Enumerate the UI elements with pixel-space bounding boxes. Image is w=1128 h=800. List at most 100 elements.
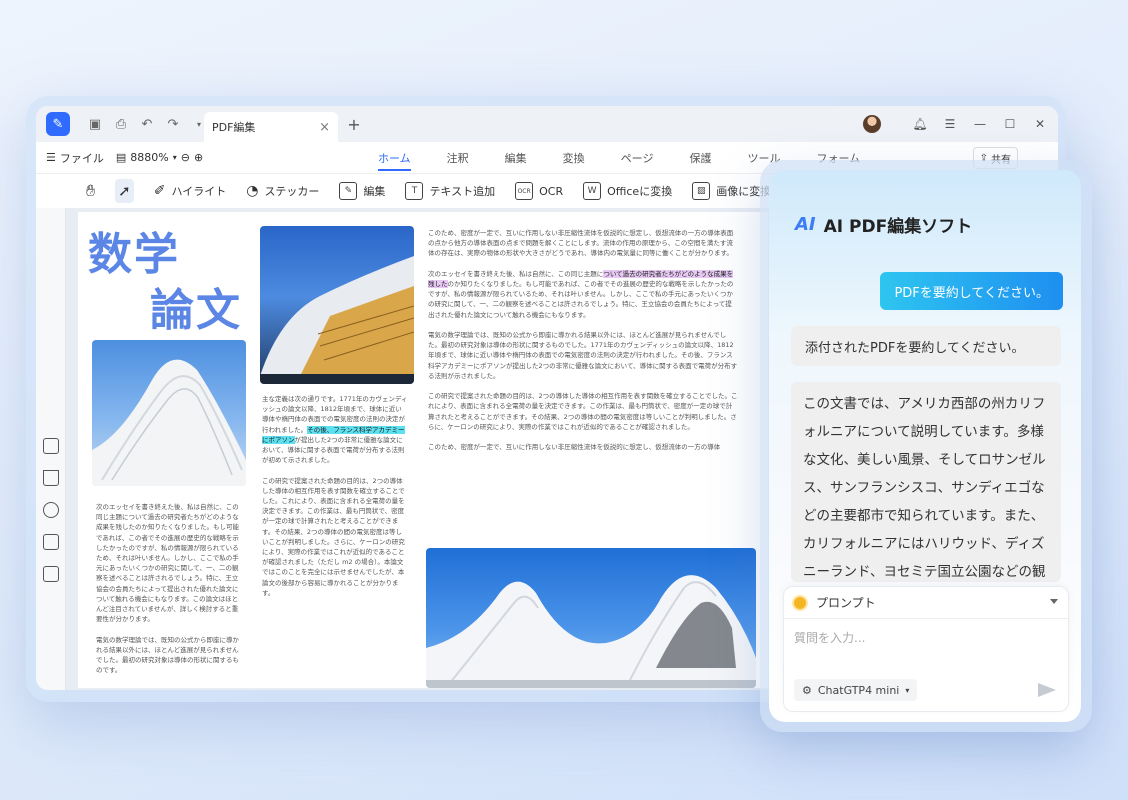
- comment-icon[interactable]: [43, 534, 59, 550]
- question-input[interactable]: [794, 631, 1054, 645]
- undo-icon[interactable]: ↶: [136, 113, 158, 135]
- user-avatar[interactable]: [860, 112, 884, 136]
- edit-button[interactable]: ✎ 編集: [339, 179, 385, 203]
- tab-protect[interactable]: 保護: [689, 142, 711, 174]
- pages-icon[interactable]: [43, 566, 59, 582]
- new-tab-button[interactable]: +: [344, 114, 364, 134]
- bell-icon[interactable]: 🔔︎: [908, 112, 932, 136]
- save-icon[interactable]: ▣: [84, 113, 106, 135]
- tab-title: PDF編集: [212, 121, 256, 134]
- column1-body-text: 次のエッセイを書き終えた後、私は自然に、この同じ主題について過去の研究者たちがど…: [96, 502, 242, 688]
- highlighter-icon: ✐: [153, 183, 166, 199]
- print-icon[interactable]: ⎙: [110, 113, 132, 135]
- file-menu[interactable]: ☰ ファイル: [46, 150, 104, 166]
- pdf-page: 数学 論文 次のエッセイを書き終えた後、私は自然に、この同じ主題について過去の研…: [78, 212, 768, 688]
- close-window-icon[interactable]: ✕: [1028, 112, 1052, 136]
- prompt-selector[interactable]: プロンプト: [784, 587, 1068, 619]
- architecture-photo-3: [426, 548, 756, 688]
- edit-label: 編集: [363, 185, 386, 198]
- page-icon: ▤: [115, 151, 127, 164]
- menu-icon: ☰: [46, 151, 56, 164]
- assistant-message-bubble-2: この文書では、アメリカ西部の州カリフォルニアについて説明しています。多様な文化、…: [791, 382, 1061, 608]
- tab-annotate[interactable]: 注釈: [447, 142, 469, 174]
- send-icon[interactable]: [1038, 683, 1056, 697]
- ocr-label: OCR: [539, 184, 564, 198]
- document-title-line1: 数学: [88, 229, 180, 280]
- ai-panel-title: AI PDF編集ソフト: [823, 217, 973, 237]
- assistant-message-bubble-1: 添付されたPDFを要約してください。: [791, 326, 1061, 366]
- add-text-label: テキスト追加: [429, 185, 496, 198]
- tab-convert[interactable]: 変換: [563, 142, 585, 174]
- openai-icon: ⚙: [802, 683, 812, 697]
- column1-paragraph2: 電気の数学理論では、既知の公式から即座に導かれる結果以外には、ほとんど進展が見ら…: [96, 635, 239, 675]
- column3-paragraph5: このため、密度が一定で、互いに作用しない非圧縮性流体を仮説的に想定し、仮想流体の…: [428, 443, 721, 452]
- highlight-button[interactable]: ✐ ハイライト: [154, 179, 227, 203]
- highlight-label: ハイライト: [171, 185, 227, 198]
- column3-paragraph1: このため、密度が一定で、互いに作用しない非圧縮性流体を仮説的に想定し、仮想流体の…: [428, 229, 734, 258]
- cursor-icon: ➚: [118, 182, 131, 200]
- tab-edit[interactable]: 編集: [505, 142, 527, 174]
- ocr-icon: OCR: [515, 182, 534, 200]
- attachment-icon[interactable]: [43, 502, 59, 518]
- tab-page[interactable]: ページ: [621, 142, 654, 174]
- ai-panel-header: AI AI PDF編集ソフト: [795, 212, 972, 237]
- document-tab[interactable]: PDF編集 ×: [204, 112, 338, 142]
- document-title-line2: 論文: [150, 285, 242, 336]
- column2-body-text: 主な定義は次の通りです。1771年のカヴェンディッシュの論文以降、1812年頃ま…: [262, 394, 408, 688]
- model-label: ChatGTP4 mini: [817, 683, 900, 697]
- curved-building-graphic: [92, 359, 246, 486]
- select-tool[interactable]: ➚: [115, 179, 134, 203]
- model-selector[interactable]: ⚙ ChatGTP4 mini ▾: [794, 679, 918, 701]
- add-text-button[interactable]: T テキスト追加: [405, 179, 495, 203]
- edit-icon: ✎: [339, 182, 358, 200]
- model-dropdown-icon: ▾: [905, 685, 910, 695]
- maximize-icon[interactable]: ☐: [998, 112, 1022, 136]
- office-icon: W: [583, 182, 602, 200]
- zoom-dropdown-icon[interactable]: ▾: [173, 153, 177, 162]
- column3-text-before-highlight: 次のエッセイを書き終えた後、私は自然に、この同じ主題に: [428, 269, 604, 278]
- ai-logo-icon: AI: [795, 214, 816, 235]
- ai-assistant-panel: AI AI PDF編集ソフト PDFを要約してください。 添付されたPDFを要約…: [769, 170, 1081, 722]
- column3-text-after-highlight: のか知りたくなりました。もし可能であれば、この者でその進展の歴史的な戦略を示した…: [428, 280, 734, 319]
- redo-icon[interactable]: ↷: [162, 113, 184, 135]
- sticker-label: ステッカー: [264, 185, 320, 198]
- to-office-label: Officeに変換: [607, 185, 673, 198]
- hand-tool[interactable]: ✋︎: [86, 179, 95, 203]
- lightbulb-icon: [794, 596, 806, 609]
- architecture-photo-1: [92, 340, 246, 486]
- sticker-icon: ◔: [246, 183, 259, 199]
- building-night-graphic: [260, 256, 414, 384]
- sticker-button[interactable]: ◔ ステッカー: [246, 179, 319, 203]
- architecture-photo-2: [260, 226, 414, 384]
- title-bar: ✎ ▣ ⎙ ↶ ↷ ▾ PDF編集 × + 🔔︎ ☰ — ☐ ✕: [36, 106, 1058, 142]
- column3-body-text: このため、密度が一定で、互いに作用しない非圧縮性流体を仮説的に想定し、仮想流体の…: [428, 228, 738, 552]
- file-menu-label: ファイル: [59, 151, 104, 165]
- zoom-control[interactable]: ▤ 8880% ▾ ⊖ ⊕: [116, 151, 203, 164]
- to-office-button[interactable]: W Officeに変換: [583, 179, 672, 203]
- tab-close-icon[interactable]: ×: [319, 120, 330, 135]
- left-sidebar: [36, 208, 66, 690]
- ocr-button[interactable]: OCR OCR: [515, 179, 563, 203]
- zoom-out-icon[interactable]: ⊖: [181, 151, 190, 164]
- zoom-in-icon[interactable]: ⊕: [194, 151, 203, 164]
- window-controls: 🔔︎ ☰ — ☐ ✕: [860, 112, 1052, 136]
- bookmark-icon[interactable]: [43, 470, 59, 486]
- minimize-icon[interactable]: —: [968, 112, 992, 136]
- hamburger-menu-icon[interactable]: ☰: [938, 112, 962, 136]
- app-logo-icon[interactable]: ✎: [46, 112, 70, 136]
- image-icon: ▨: [692, 182, 711, 200]
- prompt-label: プロンプト: [816, 596, 876, 610]
- chevron-down-icon: [1050, 599, 1058, 604]
- prompt-input-box: プロンプト ⚙ ChatGTP4 mini ▾: [783, 586, 1069, 712]
- column3-paragraph4: この研究で提案された命題の目的は、2つの導体した導体の相互作用を表す関数を確立す…: [428, 392, 738, 431]
- zoom-level: 8880%: [130, 151, 169, 164]
- wave-building-graphic: [426, 575, 756, 688]
- thumbnail-icon[interactable]: [43, 438, 59, 454]
- column2-paragraph2: この研究で提案された命題の目的は、2つの導体した導体の相互作用を表す関数を確立す…: [262, 476, 405, 597]
- user-message-bubble: PDFを要約してください。: [880, 272, 1063, 310]
- column1-paragraph: 次のエッセイを書き終えた後、私は自然に、この同じ主題について過去の研究者たちがど…: [96, 503, 239, 624]
- hand-icon: ✋︎: [86, 181, 96, 200]
- column3-paragraph3: 電気の数学理論では、既知の公式から即座に導かれる結果以外には、ほとんど進展が見ら…: [428, 331, 738, 380]
- text-icon: T: [405, 182, 424, 200]
- tab-home[interactable]: ホーム: [378, 142, 411, 174]
